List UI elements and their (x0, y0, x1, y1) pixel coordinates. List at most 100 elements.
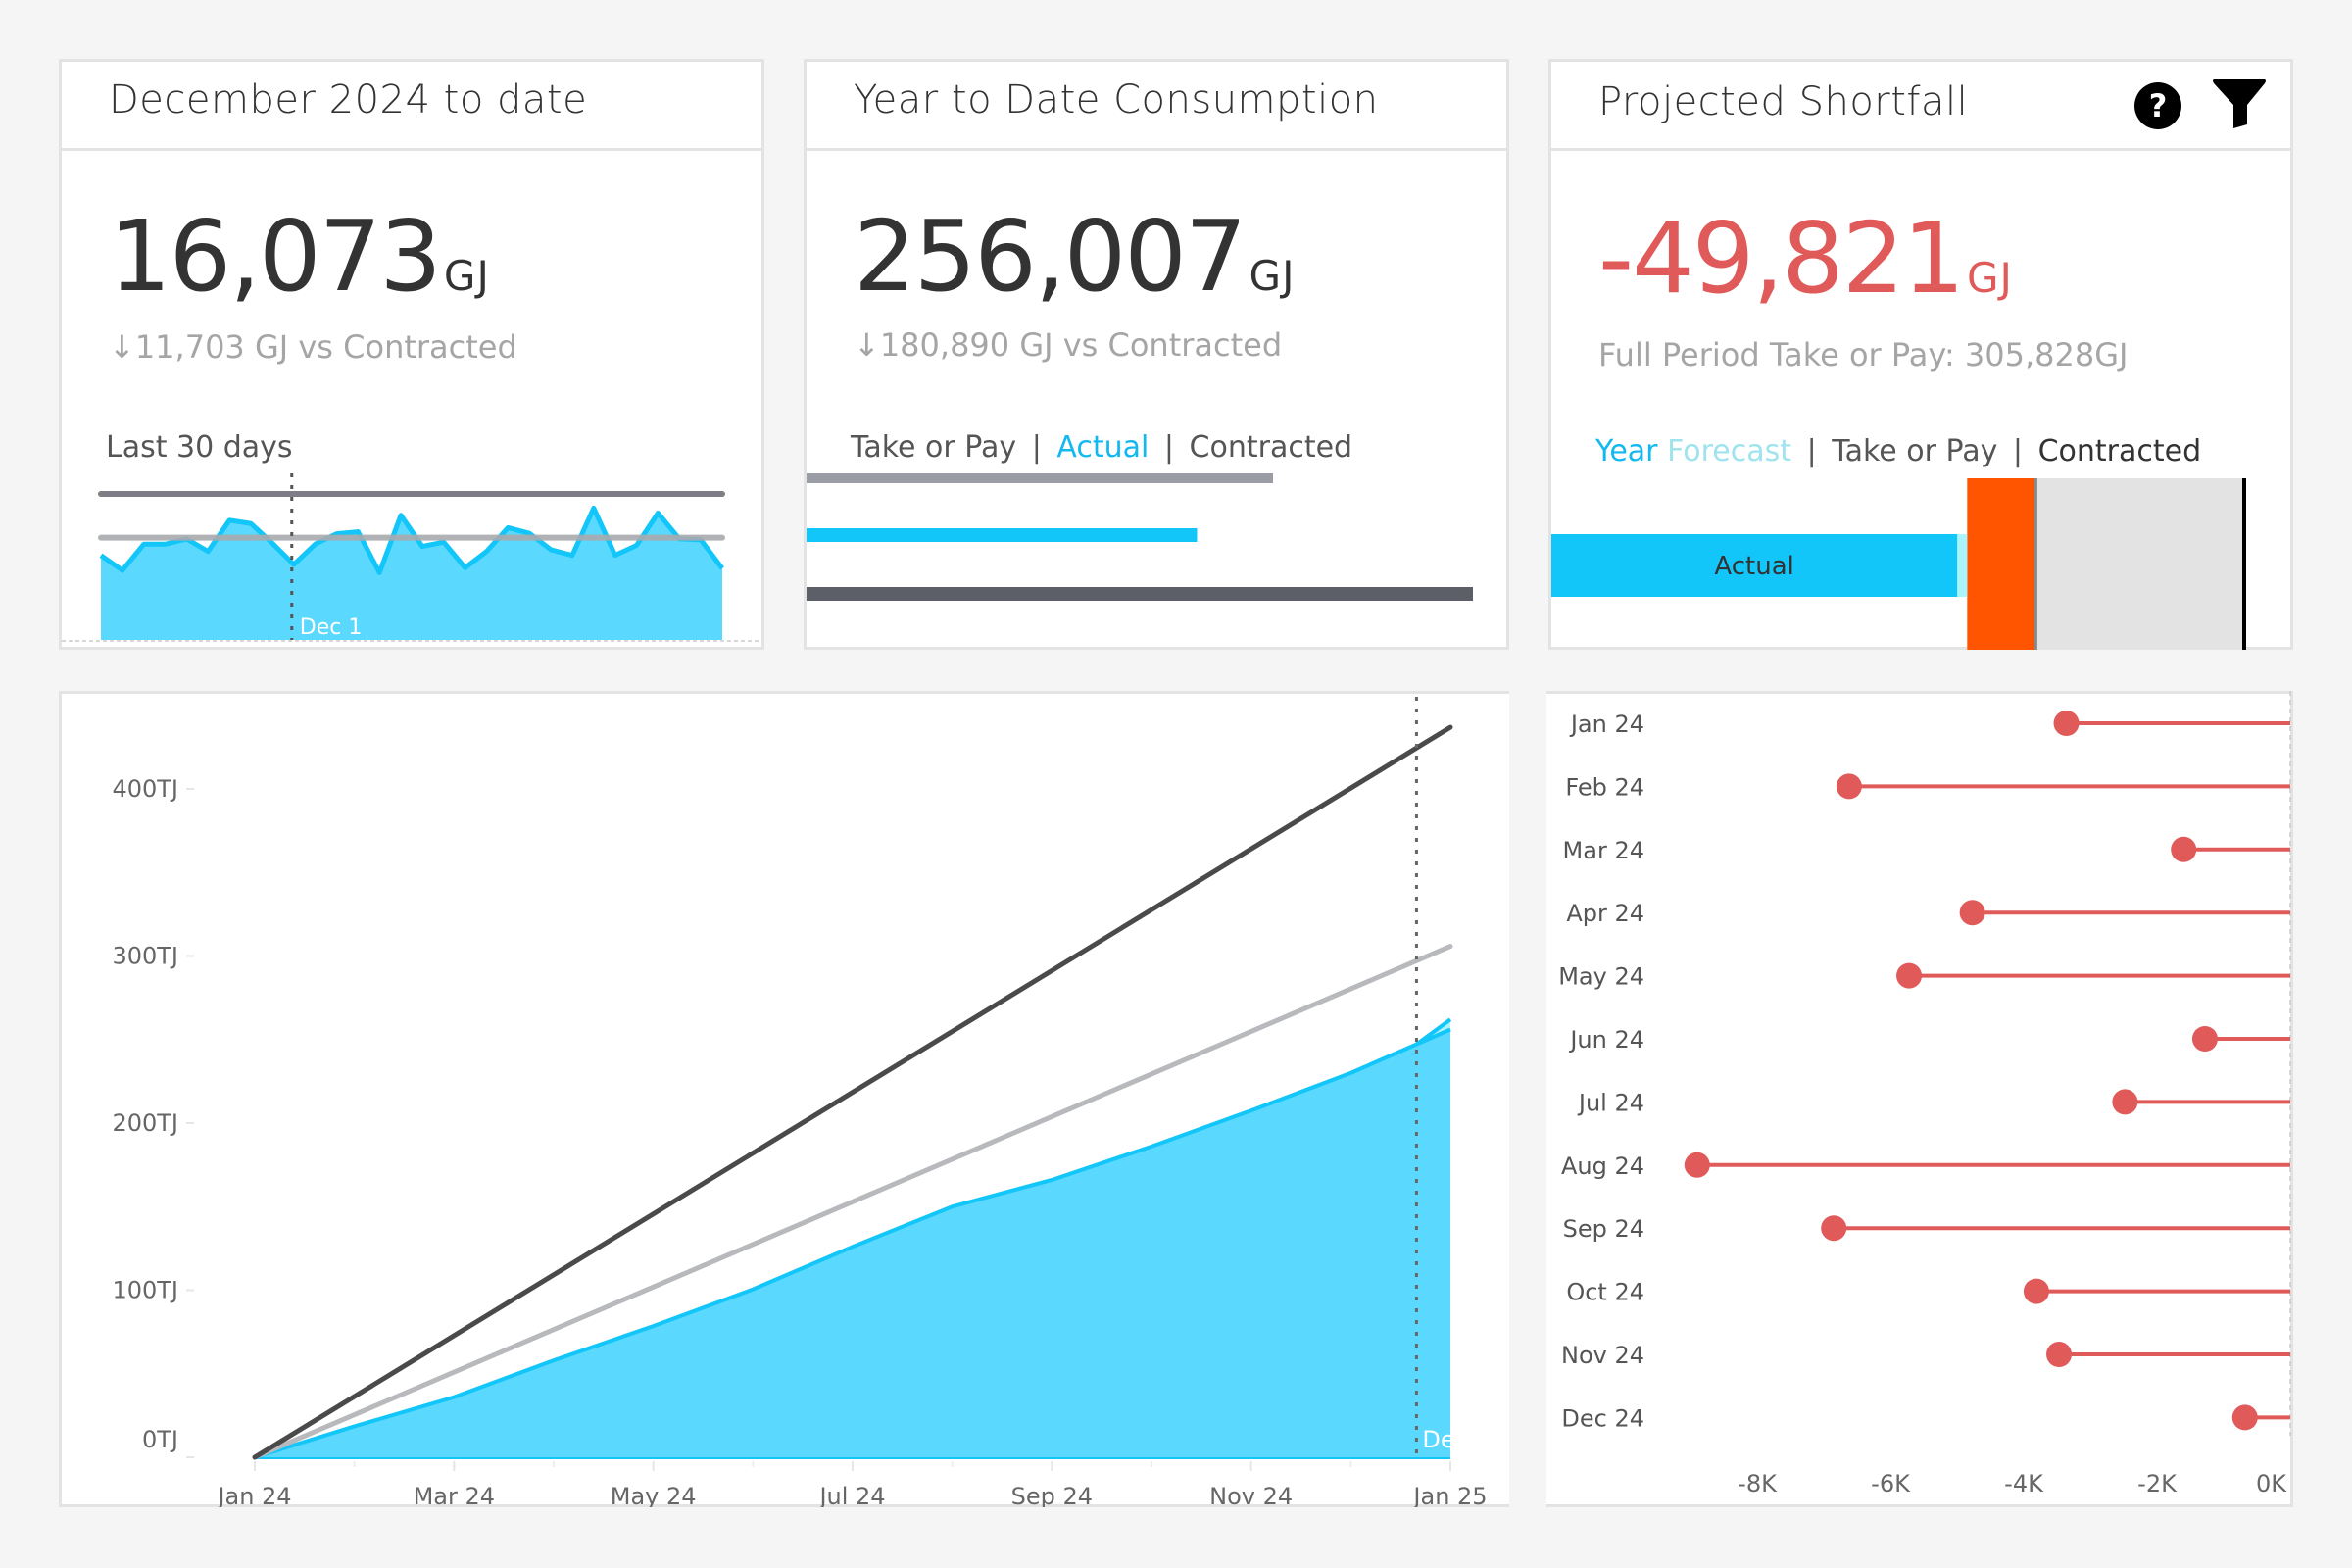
kpi-number: 16,073 (109, 199, 442, 314)
lollipop-point[interactable] (1959, 900, 1985, 926)
cumulative-chart-panel: 0TJ 100TJ 200TJ 300TJ 400TJ Jan 24 Mar 24 May 2… (59, 691, 1509, 1507)
bar-actual[interactable] (807, 528, 1198, 542)
sparkline-point[interactable] (373, 566, 385, 578)
x-tick-label: 0K (2256, 1470, 2287, 1497)
x-tick-label: Nov 24 (1209, 1483, 1293, 1507)
shortfall-bar-chart[interactable]: Actual (1551, 478, 2290, 650)
sparkline-point[interactable] (416, 541, 428, 553)
sparkline-point[interactable] (673, 533, 685, 545)
bar-take-or-pay[interactable] (807, 473, 1274, 483)
category-label: Aug 24 (1561, 1152, 1644, 1180)
category-label: Jul 24 (1577, 1089, 1644, 1116)
lollipop-point[interactable] (1836, 773, 1862, 800)
sparkline-point[interactable] (267, 537, 278, 549)
arrow-down-icon: ↓ (109, 328, 135, 366)
sparkline-point[interactable] (117, 564, 128, 576)
kpi-number: 256,007 (854, 199, 1248, 314)
sparkline-point[interactable] (460, 562, 471, 573)
sparkline-point[interactable] (566, 550, 578, 562)
bar-forecast[interactable] (1957, 534, 1968, 597)
lollipop-point[interactable] (2023, 1278, 2049, 1304)
sparkline-point[interactable] (695, 534, 707, 546)
sparkline-point[interactable] (352, 526, 364, 538)
card-projected-shortfall: Projected Shortfall ? -49,821GJ Full Per… (1548, 59, 2293, 650)
bar-take-or-pay-to-contracted[interactable] (2035, 478, 2244, 650)
x-tick-label: Jul 24 (817, 1483, 885, 1507)
delta-text: 180,890 GJ vs Contracted (879, 326, 1283, 364)
y-tick-label: 200TJ (112, 1109, 178, 1137)
legend-take-or-pay[interactable]: Take or Pay (851, 430, 1016, 465)
category-label: Jan 24 (1569, 710, 1644, 738)
lollipop-point[interactable] (2171, 836, 2197, 862)
sparkline-point[interactable] (223, 514, 235, 526)
sparkline-point[interactable] (716, 563, 728, 574)
lollipop-point[interactable] (1821, 1215, 1847, 1242)
sparkline-point[interactable] (95, 550, 107, 562)
lollipop-point[interactable] (1896, 962, 1923, 989)
sparkline-point[interactable] (481, 546, 493, 558)
lollipop-point[interactable] (2053, 710, 2080, 736)
category-label: Mar 24 (1563, 837, 1644, 864)
category-label: Apr 24 (1566, 900, 1644, 927)
y-tick-label: 300TJ (112, 943, 178, 970)
sparkline-title: Last 30 days (106, 430, 293, 465)
question-circle-icon[interactable]: ? (2133, 81, 2182, 130)
y-tick-label: 0TJ (142, 1426, 178, 1453)
sparkline-point[interactable] (631, 540, 643, 552)
x-tick-label: Jan 24 (216, 1483, 291, 1507)
sparkline-point[interactable] (438, 536, 450, 548)
legend-year[interactable]: Year (1595, 434, 1658, 468)
sparkline-point[interactable] (288, 559, 300, 570)
legend-forecast[interactable]: Forecast (1667, 434, 1791, 468)
cumulative-consumption-chart[interactable]: 0TJ 100TJ 200TJ 300TJ 400TJ Jan 24 Mar 24 May 2… (59, 691, 1509, 1507)
y-tick-label: 100TJ (112, 1277, 178, 1304)
legend-contracted[interactable]: Contracted (2038, 434, 2202, 468)
sparkline-point[interactable] (245, 517, 257, 529)
lollipop-point[interactable] (1684, 1152, 1710, 1178)
bar-shortfall[interactable] (1967, 478, 2036, 650)
sparkline-point[interactable] (330, 528, 342, 540)
take-or-pay-total: Full Period Take or Pay: 305,828GJ (1598, 336, 2129, 373)
x-tick-label: Mar 24 (414, 1483, 495, 1507)
lollipop-point[interactable] (2231, 1404, 2258, 1431)
sparkline-chart[interactable]: Dec 1 (62, 473, 761, 650)
card-december-to-date: December 2024 to date 16,073GJ ↓11,703 G… (59, 59, 764, 650)
sparkline-point[interactable] (502, 521, 514, 533)
legend-actual[interactable]: Actual (1056, 430, 1149, 465)
sparkline-point[interactable] (523, 527, 535, 539)
monthly-shortfall-chart[interactable]: Jan 24 Feb 24 Mar 24 Apr 24 May 24 Jun 24 Jul … (1546, 691, 2291, 1507)
category-label: Oct 24 (1566, 1279, 1644, 1306)
sparkline-point[interactable] (310, 538, 321, 550)
x-tick-label: -6K (1871, 1470, 1911, 1497)
legend-contracted[interactable]: Contracted (1190, 430, 1353, 465)
monthly-shortfall-panel: Jan 24 Feb 24 Mar 24 Apr 24 May 24 Jun 24 Jul … (1546, 691, 2293, 1507)
ytd-bar-chart[interactable] (807, 473, 1506, 650)
sparkline-point[interactable] (138, 538, 150, 550)
x-tick-label: -2K (2137, 1470, 2178, 1497)
legend-separator: | (2012, 434, 2024, 468)
x-tick-label: Jan 25 (1411, 1483, 1487, 1507)
bar-contracted[interactable] (807, 587, 1473, 601)
sparkline-point[interactable] (588, 502, 600, 514)
kpi-value: 16,073GJ (109, 199, 490, 314)
lollipop-point[interactable] (2112, 1089, 2138, 1115)
sparkline-point[interactable] (610, 550, 621, 562)
sparkline-point[interactable] (202, 546, 214, 558)
card-year-to-date: Year to Date Consumption 256,007GJ ↓180,… (804, 59, 1509, 650)
lollipop-point[interactable] (2046, 1342, 2073, 1367)
sparkline-point[interactable] (160, 538, 172, 550)
legend-take-or-pay[interactable]: Take or Pay (1832, 434, 1997, 468)
y-tick-label: 400TJ (112, 775, 178, 803)
sparkline-point[interactable] (180, 533, 192, 545)
take-or-pay-marker (2034, 478, 2037, 650)
sparkline-point[interactable] (545, 544, 557, 556)
sparkline-point[interactable] (395, 510, 407, 521)
sparkline-point[interactable] (652, 507, 663, 518)
lollipop-point[interactable] (2191, 1026, 2218, 1052)
funnel-icon[interactable] (2210, 74, 2269, 132)
kpi-unit: GJ (1249, 252, 1296, 300)
x-tick-label: May 24 (611, 1483, 697, 1507)
card-title: Year to Date Consumption (854, 77, 1379, 122)
bar-legend: Take or Pay | Actual | Contracted (851, 430, 1352, 465)
card-header: Projected Shortfall ? (1551, 62, 2290, 151)
